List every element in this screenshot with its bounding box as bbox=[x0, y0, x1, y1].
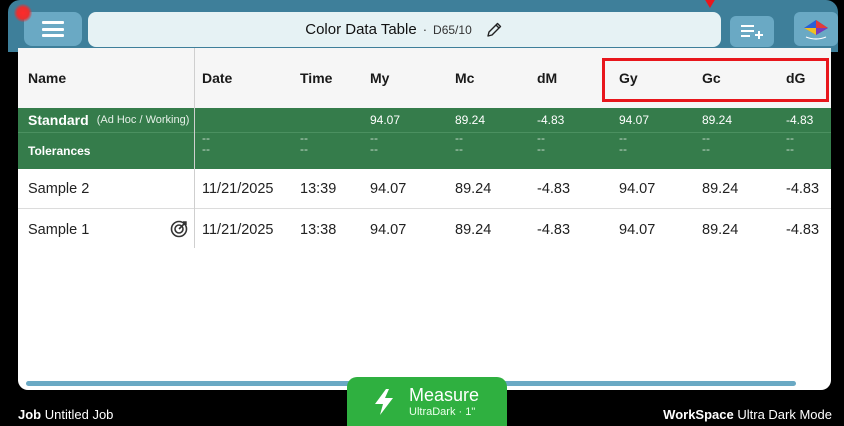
tolerance-gc: -- -- bbox=[702, 132, 710, 169]
target-icon[interactable] bbox=[170, 220, 188, 238]
table-row[interactable]: Sample 1 11/21/2025 13:38 94.07 89.24 -4… bbox=[18, 210, 831, 250]
standard-note: (Ad Hoc / Working) bbox=[96, 114, 190, 126]
tolerance-date-bottom: -- bbox=[202, 142, 210, 156]
illuminant-label: D65/10 bbox=[433, 22, 472, 37]
standard-my: 94.07 bbox=[370, 113, 401, 127]
add-list-button[interactable] bbox=[730, 16, 774, 47]
annotation-arrow bbox=[705, 0, 715, 8]
tolerance-gy: -- -- bbox=[619, 132, 627, 169]
sample-my: 94.07 bbox=[370, 180, 407, 197]
tolerance-my: -- -- bbox=[370, 132, 378, 169]
color-tools-button[interactable] bbox=[794, 12, 838, 46]
standard-name-cell: Standard (Ad Hoc / Working) bbox=[28, 108, 189, 132]
title-separator: · bbox=[422, 22, 428, 37]
tolerances-label: Tolerances bbox=[28, 144, 91, 158]
sample-gy: 94.07 bbox=[619, 180, 656, 197]
tolerance-time: -- -- bbox=[300, 132, 308, 169]
menu-button[interactable] bbox=[24, 12, 82, 46]
sample-mc: 89.24 bbox=[455, 180, 492, 197]
sample-mc: 89.24 bbox=[455, 222, 492, 238]
col-header-dm[interactable]: dM bbox=[537, 48, 557, 108]
hamburger-menu-icon bbox=[42, 21, 64, 37]
color-diamond-icon bbox=[804, 20, 828, 40]
workspace-value: Ultra Dark Mode bbox=[737, 407, 832, 422]
job-status[interactable]: Job Untitled Job bbox=[18, 407, 113, 422]
recording-indicator bbox=[14, 4, 32, 22]
col-header-date[interactable]: Date bbox=[202, 48, 232, 108]
sample-dm: -4.83 bbox=[537, 180, 571, 197]
sample-time: 13:39 bbox=[300, 180, 337, 197]
standard-mc: 89.24 bbox=[455, 113, 486, 127]
standard-dm: -4.83 bbox=[537, 113, 565, 127]
measure-label: Measure bbox=[409, 384, 480, 405]
col-header-my[interactable]: My bbox=[370, 48, 389, 108]
standard-row[interactable]: Standard (Ad Hoc / Working) 94.07 89.24 … bbox=[18, 108, 831, 132]
tolerance-dm-bottom: -- bbox=[537, 142, 545, 156]
table-title-field[interactable]: Color Data Table · D65/10 bbox=[88, 12, 721, 47]
job-label: Job bbox=[18, 407, 42, 422]
sample-my: 94.07 bbox=[370, 222, 407, 238]
tolerance-dm: -- -- bbox=[537, 132, 545, 169]
table-row[interactable]: Sample 2 11/21/2025 13:39 94.07 89.24 -4… bbox=[18, 169, 831, 209]
standard-name: Standard bbox=[28, 112, 89, 128]
name-column-divider[interactable] bbox=[194, 48, 195, 248]
sample-date: 11/21/2025 bbox=[202, 222, 274, 238]
page-title: Color Data Table bbox=[305, 21, 417, 38]
lightning-bolt-icon bbox=[375, 388, 393, 415]
workspace-status[interactable]: WorkSpace Ultra Dark Mode bbox=[663, 407, 832, 422]
tolerances-row[interactable]: Tolerances -- -- -- -- -- -- -- -- -- -- -- --… bbox=[18, 132, 831, 169]
measure-text: Measure UltraDark · 1" bbox=[409, 385, 479, 419]
app-window: Color Data Table · D65/10 Name Date Time… bbox=[0, 0, 844, 426]
standard-dg: -4.83 bbox=[786, 113, 814, 127]
tolerance-mc-bottom: -- bbox=[455, 142, 463, 156]
tolerance-dg: -- -- bbox=[786, 132, 794, 169]
sample-time: 13:38 bbox=[300, 222, 337, 238]
sample-dm: -4.83 bbox=[537, 222, 571, 238]
tolerance-gc-bottom: -- bbox=[702, 142, 710, 156]
add-list-icon bbox=[741, 24, 763, 39]
standard-gy: 94.07 bbox=[619, 113, 650, 127]
job-value: Untitled Job bbox=[44, 407, 114, 422]
tolerance-time-bottom: -- bbox=[300, 142, 308, 156]
sample-gc: 89.24 bbox=[702, 222, 739, 238]
sample-date: 11/21/2025 bbox=[202, 180, 274, 197]
sample-gc: 89.24 bbox=[702, 180, 739, 197]
measure-mode: UltraDark · 1" bbox=[409, 405, 476, 418]
workspace-label: WorkSpace bbox=[663, 407, 734, 422]
sample-name: Sample 1 bbox=[28, 222, 90, 238]
sample-dg: -4.83 bbox=[786, 180, 820, 197]
col-header-mc[interactable]: Mc bbox=[455, 48, 474, 108]
col-header-name[interactable]: Name bbox=[28, 48, 66, 108]
sample-gy: 94.07 bbox=[619, 222, 656, 238]
tolerance-my-bottom: -- bbox=[370, 142, 378, 156]
tolerance-gy-bottom: -- bbox=[619, 142, 627, 156]
tolerance-dg-bottom: -- bbox=[786, 142, 794, 156]
sample-name: Sample 2 bbox=[28, 180, 90, 197]
sample-dg: -4.83 bbox=[786, 222, 820, 238]
tolerance-mc: -- -- bbox=[455, 132, 463, 169]
highlight-annotation bbox=[602, 58, 829, 102]
tolerance-date: -- -- bbox=[202, 132, 210, 169]
standard-gc: 89.24 bbox=[702, 113, 733, 127]
col-header-time[interactable]: Time bbox=[300, 48, 332, 108]
pencil-icon[interactable] bbox=[484, 20, 504, 40]
measure-button[interactable]: Measure UltraDark · 1" bbox=[347, 377, 507, 426]
